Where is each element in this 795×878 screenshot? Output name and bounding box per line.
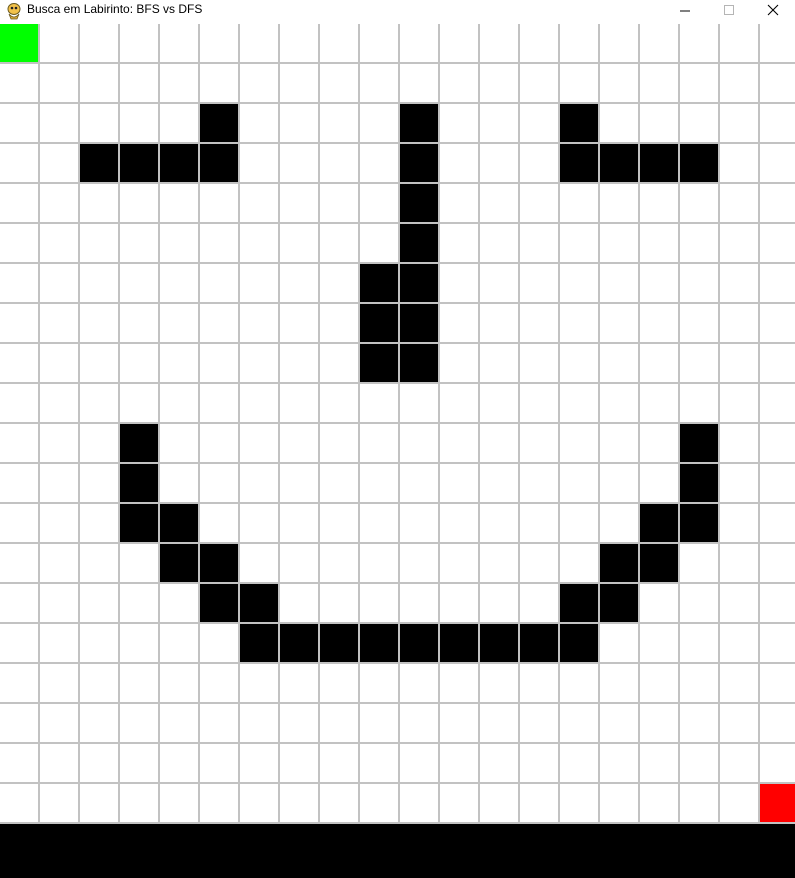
wall-cell[interactable]: [400, 144, 438, 182]
wall-cell[interactable]: [160, 144, 198, 182]
grid-line-vertical: [278, 24, 280, 824]
close-button[interactable]: [750, 0, 795, 24]
wall-cell[interactable]: [600, 544, 638, 582]
wall-cell[interactable]: [360, 344, 398, 382]
wall-cell[interactable]: [640, 504, 678, 542]
grid-line-horizontal: [0, 622, 795, 624]
wall-cell[interactable]: [480, 624, 518, 662]
grid-line-horizontal: [0, 142, 795, 144]
grid-line-horizontal: [0, 62, 795, 64]
start-cell[interactable]: [0, 24, 38, 62]
grid-line-horizontal: [0, 382, 795, 384]
wall-cell[interactable]: [560, 104, 598, 142]
grid-line-vertical: [358, 24, 360, 824]
grid-line-horizontal: [0, 582, 795, 584]
grid-line-vertical: [78, 24, 80, 824]
wall-cell[interactable]: [400, 224, 438, 262]
window-title: Busca em Labirinto: BFS vs DFS: [27, 2, 203, 16]
grid-line-horizontal: [0, 502, 795, 504]
wall-cell[interactable]: [560, 144, 598, 182]
grid-line-horizontal: [0, 262, 795, 264]
grid-line-vertical: [478, 24, 480, 824]
wall-cell[interactable]: [440, 624, 478, 662]
wall-cell[interactable]: [680, 464, 718, 502]
minimize-button[interactable]: [662, 0, 708, 24]
grid-line-horizontal: [0, 542, 795, 544]
grid-line-vertical: [598, 24, 600, 824]
grid-line-vertical: [118, 24, 120, 824]
wall-cell[interactable]: [160, 504, 198, 542]
close-icon: [767, 3, 779, 21]
minimize-icon: [679, 3, 691, 21]
title-bar[interactable]: Busca em Labirinto: BFS vs DFS: [0, 0, 795, 24]
wall-cell[interactable]: [560, 624, 598, 662]
grid-line-horizontal: [0, 302, 795, 304]
grid-line-horizontal: [0, 662, 795, 664]
grid-line-vertical: [158, 24, 160, 824]
grid-line-horizontal: [0, 182, 795, 184]
wall-cell[interactable]: [200, 144, 238, 182]
wall-cell[interactable]: [360, 264, 398, 302]
grid-line-vertical: [198, 24, 200, 824]
wall-cell[interactable]: [640, 544, 678, 582]
wall-cell[interactable]: [360, 304, 398, 342]
app-icon: [6, 3, 22, 20]
grid-line-vertical: [318, 24, 320, 824]
wall-cell[interactable]: [680, 424, 718, 462]
bottom-panel: [0, 824, 795, 878]
wall-cell[interactable]: [640, 144, 678, 182]
grid-line-horizontal: [0, 222, 795, 224]
grid-line-horizontal: [0, 782, 795, 784]
goal-cell[interactable]: [760, 784, 795, 822]
grid-line-horizontal: [0, 422, 795, 424]
maximize-icon: [723, 3, 735, 21]
wall-cell[interactable]: [600, 144, 638, 182]
grid-line-horizontal: [0, 462, 795, 464]
wall-cell[interactable]: [520, 624, 558, 662]
wall-cell[interactable]: [120, 424, 158, 462]
wall-cell[interactable]: [120, 464, 158, 502]
wall-cell[interactable]: [240, 584, 278, 622]
wall-cell[interactable]: [280, 624, 318, 662]
wall-cell[interactable]: [160, 544, 198, 582]
grid-line-vertical: [238, 24, 240, 824]
grid-line-vertical: [438, 24, 440, 824]
grid-line-vertical: [758, 24, 760, 824]
wall-cell[interactable]: [680, 144, 718, 182]
wall-cell[interactable]: [80, 144, 118, 182]
wall-cell[interactable]: [600, 584, 638, 622]
wall-cell[interactable]: [400, 184, 438, 222]
wall-cell[interactable]: [120, 504, 158, 542]
grid-line-vertical: [638, 24, 640, 824]
grid-line-vertical: [558, 24, 560, 824]
wall-cell[interactable]: [200, 544, 238, 582]
grid-line-horizontal: [0, 342, 795, 344]
wall-cell[interactable]: [200, 584, 238, 622]
grid-line-vertical: [678, 24, 680, 824]
wall-cell[interactable]: [240, 624, 278, 662]
grid-line-horizontal: [0, 742, 795, 744]
wall-cell[interactable]: [400, 304, 438, 342]
wall-cell[interactable]: [680, 504, 718, 542]
wall-cell[interactable]: [120, 144, 158, 182]
wall-cell[interactable]: [400, 344, 438, 382]
grid-line-horizontal: [0, 702, 795, 704]
grid-line-horizontal: [0, 102, 795, 104]
wall-cell[interactable]: [560, 584, 598, 622]
grid-line-vertical: [398, 24, 400, 824]
wall-cell[interactable]: [320, 624, 358, 662]
wall-cell[interactable]: [200, 104, 238, 142]
wall-cell[interactable]: [400, 264, 438, 302]
grid-line-vertical: [718, 24, 720, 824]
maze-grid[interactable]: [0, 24, 795, 824]
wall-cell[interactable]: [360, 624, 398, 662]
grid-line-vertical: [518, 24, 520, 824]
grid-line-vertical: [38, 24, 40, 824]
wall-cell[interactable]: [400, 624, 438, 662]
wall-cell[interactable]: [400, 104, 438, 142]
maximize-button[interactable]: [706, 0, 752, 24]
